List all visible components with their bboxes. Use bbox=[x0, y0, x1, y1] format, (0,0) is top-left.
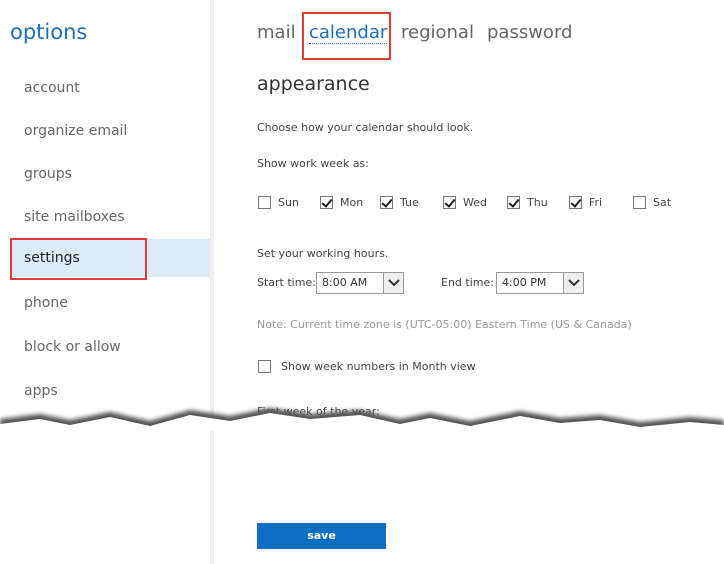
day-checkbox-sat[interactable]: Sat bbox=[633, 194, 671, 210]
checkbox[interactable] bbox=[633, 195, 646, 209]
sidebar-item-account[interactable]: account bbox=[10, 69, 210, 107]
checkbox[interactable] bbox=[507, 195, 520, 209]
sidebar-item-site-mailboxes[interactable]: site mailboxes bbox=[10, 198, 210, 236]
checkbox[interactable] bbox=[320, 195, 333, 209]
day-checkbox-thu[interactable]: Thu bbox=[507, 194, 548, 210]
tab-regional[interactable]: regional bbox=[401, 22, 474, 43]
sidebar-item-label: site mailboxes bbox=[24, 209, 125, 225]
start-time-label: Start time: bbox=[257, 276, 316, 289]
chevron-down-icon[interactable] bbox=[563, 273, 583, 293]
work-week-label: Show work week as: bbox=[257, 157, 369, 170]
options-title: options bbox=[10, 20, 88, 44]
checkbox[interactable] bbox=[258, 195, 271, 209]
sidebar-item-label: phone bbox=[24, 295, 68, 311]
sidebar-item-label: organize email bbox=[24, 123, 128, 139]
sidebar-item-settings[interactable]: settings bbox=[10, 238, 210, 280]
sidebar-divider bbox=[210, 430, 214, 564]
checkbox[interactable] bbox=[258, 359, 271, 373]
day-label: Tue bbox=[400, 195, 419, 209]
timezone-note: Note: Current time zone is (UTC-05:00) E… bbox=[257, 318, 632, 331]
end-time-label: End time: bbox=[441, 276, 494, 289]
day-checkbox-sun[interactable]: Sun bbox=[258, 194, 299, 210]
day-checkbox-fri[interactable]: Fri bbox=[569, 194, 602, 210]
day-checkbox-mon[interactable]: Mon bbox=[320, 194, 363, 210]
day-label: Thu bbox=[527, 195, 548, 209]
sidebar-item-label: settings bbox=[24, 250, 80, 266]
sidebar-item-label: block or allow bbox=[24, 339, 121, 355]
start-time-select[interactable]: 8:00 AM bbox=[316, 272, 404, 294]
sidebar-item-organize-email[interactable]: organize email bbox=[10, 112, 210, 150]
sidebar-item-block-or-allow[interactable]: block or allow bbox=[10, 328, 210, 366]
sidebar-item-phone[interactable]: phone bbox=[10, 284, 210, 322]
working-hours-label: Set your working hours. bbox=[257, 247, 389, 260]
tab-mail[interactable]: mail bbox=[257, 22, 296, 43]
sidebar-item-label: groups bbox=[24, 166, 72, 182]
tab-calendar[interactable]: calendar bbox=[309, 22, 388, 44]
end-time-select[interactable]: 4:00 PM bbox=[496, 272, 584, 294]
sidebar-item-groups[interactable]: groups bbox=[10, 155, 210, 193]
checkbox[interactable] bbox=[380, 195, 393, 209]
day-label: Fri bbox=[589, 195, 603, 209]
save-button[interactable]: save bbox=[257, 523, 386, 549]
day-label: Wed bbox=[463, 195, 487, 209]
options-page: options account organize email groups si… bbox=[0, 0, 724, 564]
tab-password[interactable]: password bbox=[487, 22, 572, 43]
day-label: Sun bbox=[278, 195, 299, 209]
appearance-description: Choose how your calendar should look. bbox=[257, 121, 474, 134]
checkbox[interactable] bbox=[443, 195, 456, 209]
week-numbers-label: Show week numbers in Month view bbox=[281, 359, 476, 373]
day-label: Mon bbox=[340, 195, 364, 209]
torn-edge-graphic bbox=[0, 408, 724, 494]
sidebar-item-label: account bbox=[24, 80, 80, 96]
section-title: appearance bbox=[257, 73, 370, 95]
day-checkbox-wed[interactable]: Wed bbox=[443, 194, 487, 210]
day-checkbox-tue[interactable]: Tue bbox=[380, 194, 419, 210]
checkbox[interactable] bbox=[569, 195, 582, 209]
chevron-down-icon[interactable] bbox=[383, 273, 403, 293]
week-numbers-option[interactable]: Show week numbers in Month view bbox=[258, 358, 476, 374]
day-label: Sat bbox=[653, 195, 672, 209]
start-time-value: 8:00 AM bbox=[322, 276, 368, 289]
end-time-value: 4:00 PM bbox=[502, 276, 547, 289]
